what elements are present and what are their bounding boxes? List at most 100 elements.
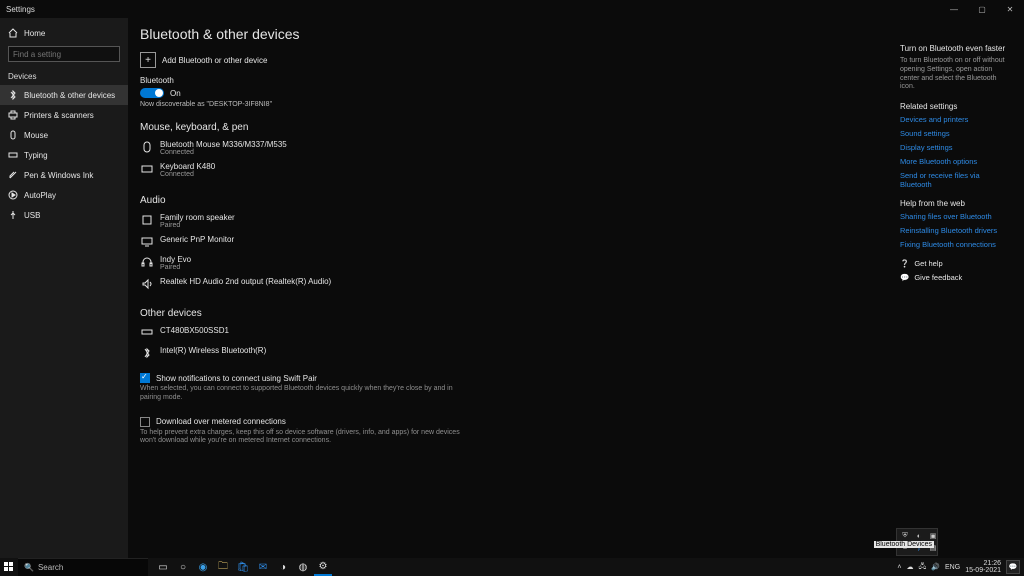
taskbar-app-steam[interactable]: ◑ [274, 558, 292, 576]
section-other-heading: Other devices [140, 308, 760, 319]
taskbar-app-chrome[interactable]: ◍ [294, 558, 312, 576]
device-status: Connected [160, 149, 287, 156]
help-title: Help from the web [900, 199, 1010, 208]
section-audio-heading: Audio [140, 195, 760, 206]
tray-onedrive-icon[interactable]: ☁ [906, 563, 913, 571]
help-link[interactable]: Reinstalling Bluetooth drivers [900, 226, 1010, 235]
metered-label: Download over metered connections [156, 417, 286, 426]
help-icon: ❔ [900, 259, 909, 268]
tray-volume-icon[interactable]: 🔊 [931, 563, 940, 571]
taskbar-app-mail[interactable]: ✉ [254, 558, 272, 576]
swift-pair-label: Show notifications to connect using Swif… [156, 374, 317, 383]
minimize-button[interactable]: — [940, 0, 968, 18]
faster-title: Turn on Bluetooth even faster [900, 44, 1010, 53]
page-title: Bluetooth & other devices [140, 26, 760, 42]
add-device-button[interactable]: + Add Bluetooth or other device [140, 52, 760, 68]
bluetooth-device-icon [140, 346, 154, 360]
mouse-icon [8, 130, 18, 140]
tray-item[interactable]: ◐ [913, 531, 925, 541]
tray-item[interactable]: ⛨ [899, 531, 911, 541]
related-title: Related settings [900, 102, 1010, 111]
home-icon [8, 28, 18, 38]
swift-pair-checkbox[interactable] [140, 373, 150, 383]
mouse-device-icon [140, 140, 154, 154]
tray-chevron-up-icon[interactable]: ˄ [897, 564, 901, 571]
device-row[interactable]: Keyboard K480 Connected [140, 159, 760, 181]
taskbar-app-store[interactable]: 🛍 [234, 558, 252, 576]
pen-icon [8, 170, 18, 180]
tray-language[interactable]: ENG [945, 564, 960, 571]
related-link[interactable]: Sound settings [900, 129, 1010, 138]
device-row[interactable]: CT480BX500SSD1 [140, 323, 760, 343]
sidebar-item-autoplay[interactable]: AutoPlay [0, 185, 128, 205]
autoplay-icon [8, 190, 18, 200]
device-row[interactable]: Realtek HD Audio 2nd output (Realtek(R) … [140, 274, 760, 294]
sidebar-item-typing[interactable]: Typing [0, 145, 128, 165]
related-link[interactable]: Send or receive files via Bluetooth [900, 171, 1010, 189]
maximize-button[interactable]: ▢ [968, 0, 996, 18]
sidebar-item-label: Typing [24, 151, 48, 160]
bluetooth-toggle[interactable] [140, 88, 164, 98]
get-help-link[interactable]: ❔ Get help [900, 259, 1010, 268]
taskbar-app-explorer[interactable]: 🗀 [214, 558, 232, 576]
taskbar-search-placeholder: Search [38, 563, 63, 572]
tray-network-icon[interactable]: 🖧 [918, 562, 926, 573]
taskbar-app-edge[interactable]: ◉ [194, 558, 212, 576]
tray-tooltip: Bluetooth Devices [874, 541, 934, 548]
metered-checkbox[interactable] [140, 417, 150, 427]
start-button[interactable] [0, 558, 18, 576]
device-status: Connected [160, 171, 215, 178]
device-row[interactable]: Indy Evo Paired [140, 252, 760, 274]
sidebar-item-label: Printers & scanners [24, 111, 94, 120]
settings-search-input[interactable] [8, 46, 120, 62]
sidebar-item-pen[interactable]: Pen & Windows Ink [0, 165, 128, 185]
device-name: Generic PnP Monitor [160, 235, 234, 244]
help-link[interactable]: Fixing Bluetooth connections [900, 240, 1010, 249]
monitor-device-icon [140, 235, 154, 249]
task-view-button[interactable]: ▭ [154, 558, 172, 576]
give-feedback-link[interactable]: 💬 Give feedback [900, 273, 1010, 282]
related-link[interactable]: More Bluetooth options [900, 157, 1010, 166]
speaker-device-icon [140, 213, 154, 227]
metered-help: To help prevent extra charges, keep this… [140, 429, 460, 447]
device-name: Realtek HD Audio 2nd output (Realtek(R) … [160, 277, 331, 286]
close-button[interactable]: ✕ [996, 0, 1024, 18]
device-row[interactable]: Intel(R) Wireless Bluetooth(R) [140, 343, 760, 363]
home-nav[interactable]: Home [0, 24, 128, 42]
headphone-device-icon [140, 255, 154, 269]
sidebar-item-mouse[interactable]: Mouse [0, 125, 128, 145]
tray-item[interactable]: ▣ [927, 531, 939, 541]
feedback-icon: 💬 [900, 273, 909, 282]
device-row[interactable]: Generic PnP Monitor [140, 232, 760, 252]
device-name: Family room speaker [160, 213, 235, 222]
add-device-label: Add Bluetooth or other device [162, 56, 267, 65]
sidebar-item-bluetooth[interactable]: Bluetooth & other devices [0, 85, 128, 105]
bluetooth-state: On [170, 89, 181, 98]
sidebar-item-label: Bluetooth & other devices [24, 91, 115, 100]
related-link[interactable]: Display settings [900, 143, 1010, 152]
taskbar-search[interactable]: 🔍 Search [18, 558, 148, 576]
device-status: Paired [160, 264, 191, 271]
sidebar-item-usb[interactable]: USB [0, 205, 128, 225]
device-row[interactable]: Family room speaker Paired [140, 210, 760, 232]
bluetooth-icon [8, 90, 18, 100]
plus-icon: + [140, 52, 156, 68]
printer-icon [8, 110, 18, 120]
sidebar-item-label: USB [24, 211, 40, 220]
titlebar: Settings — ▢ ✕ [0, 0, 1024, 18]
swift-pair-help: When selected, you can connect to suppor… [140, 385, 460, 403]
cortana-button[interactable]: ○ [174, 558, 192, 576]
tray-clock[interactable]: 21:26 15-09-2021 [965, 560, 1001, 574]
taskbar-app-settings[interactable]: ⚙ [314, 558, 332, 576]
keyboard-device-icon [140, 162, 154, 176]
home-label: Home [24, 29, 45, 38]
sidebar-item-printers[interactable]: Printers & scanners [0, 105, 128, 125]
device-row[interactable]: Bluetooth Mouse M336/M337/M535 Connected [140, 137, 760, 159]
taskbar: 🔍 Search ▭ ○ ◉ 🗀 🛍 ✉ ◑ ◍ ⚙ ˄ ☁ 🖧 🔊 ENG 2… [0, 558, 1024, 576]
device-name: Keyboard K480 [160, 162, 215, 171]
action-center-button[interactable]: 💬 [1006, 560, 1020, 574]
help-link[interactable]: Sharing files over Bluetooth [900, 212, 1010, 221]
related-link[interactable]: Devices and printers [900, 115, 1010, 124]
search-icon: 🔍 [24, 563, 34, 572]
discoverable-text: Now discoverable as "DESKTOP-3IF8NI8" [140, 101, 760, 108]
